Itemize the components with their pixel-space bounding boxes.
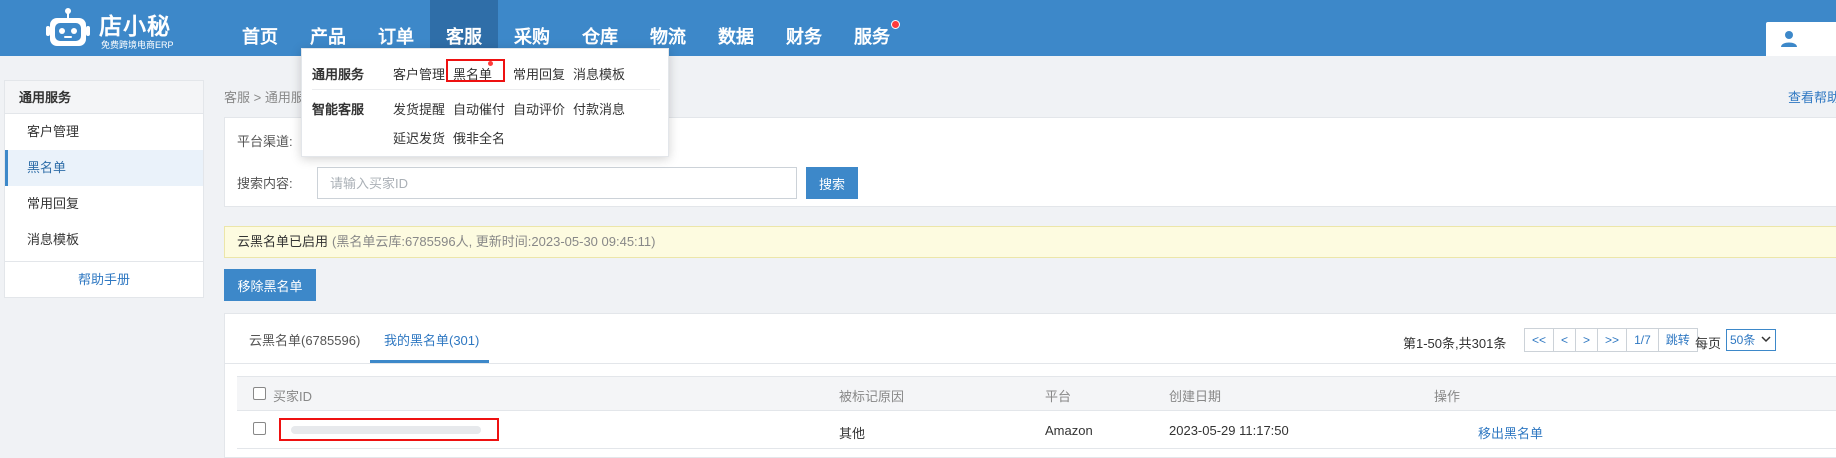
channel-label: 平台渠道: bbox=[237, 134, 293, 149]
search-label: 搜索内容: bbox=[237, 176, 293, 191]
customer-service-dropdown: 通用服务 客户管理 黑名单 常用回复 消息模板 智能客服 发货提醒 自动催付 自… bbox=[301, 48, 669, 157]
pagination-info: 第1-50条,共301条 bbox=[1403, 336, 1507, 351]
header-reason: 被标记原因 bbox=[839, 389, 905, 404]
page-indicator[interactable]: 1/7 bbox=[1626, 328, 1659, 352]
tab-cloud-blacklist[interactable]: 云黑名单(6785596) bbox=[249, 330, 360, 349]
sidebar-item-message-templates[interactable]: 消息模板 bbox=[5, 222, 203, 258]
per-page-value: 50条 bbox=[1730, 333, 1756, 347]
nav-home[interactable]: 首页 bbox=[226, 0, 294, 56]
tab-divider bbox=[225, 363, 1836, 364]
blacklist-highlight-box bbox=[446, 59, 505, 82]
pagination-controls: << < > >> 1/7 跳转 bbox=[1524, 328, 1698, 352]
dropdown-item-shipping-reminder[interactable]: 发货提醒 bbox=[393, 99, 445, 118]
notification-dot bbox=[891, 20, 900, 29]
remove-blacklist-button[interactable]: 移除黑名单 bbox=[224, 269, 316, 301]
robot-logo-icon bbox=[46, 8, 90, 46]
search-input[interactable] bbox=[317, 167, 797, 199]
per-page-label: 每页 bbox=[1695, 336, 1722, 351]
nav-services-wrap[interactable]: 服务 bbox=[838, 0, 906, 56]
row-platform: Amazon bbox=[1045, 423, 1093, 438]
dropdown-item-message-templates[interactable]: 消息模板 bbox=[573, 64, 625, 83]
app-logo[interactable]: 店小秘 免费跨境电商ERP bbox=[46, 5, 176, 51]
nav-services: 服务 bbox=[854, 27, 890, 47]
remove-from-blacklist-link[interactable]: 移出黑名单 bbox=[1478, 423, 1543, 442]
dropdown-item-russian-full-name[interactable]: 俄非全名 bbox=[453, 128, 505, 147]
dropdown-group-general: 通用服务 bbox=[312, 67, 365, 82]
redaction-blur bbox=[291, 426, 481, 434]
table-row: 其他 Amazon 2023-05-29 11:17:50 移出黑名单 bbox=[237, 411, 1836, 449]
row-checkbox[interactable] bbox=[253, 422, 266, 435]
blacklist-panel: 云黑名单(6785596) 我的黑名单(301) 第1-50条,共301条 <<… bbox=[224, 313, 1836, 458]
top-navbar: 店小秘 免费跨境电商ERP 首页 产品 订单 客服 采购 仓库 物流 数据 财务… bbox=[0, 0, 1836, 56]
dropdown-item-auto-payment-reminder[interactable]: 自动催付 bbox=[453, 99, 505, 118]
dropdown-divider bbox=[312, 89, 660, 90]
header-buyer-id: 买家ID bbox=[273, 389, 313, 404]
page-jump-button[interactable]: 跳转 bbox=[1657, 328, 1698, 352]
sidebar: 通用服务 客户管理 黑名单 常用回复 消息模板 帮助手册 bbox=[4, 80, 204, 298]
user-icon bbox=[1781, 31, 1797, 47]
nav-finance[interactable]: 财务 bbox=[770, 0, 838, 56]
page-first-button[interactable]: << bbox=[1524, 328, 1555, 352]
buyer-id-redacted bbox=[279, 418, 499, 441]
chevron-down-icon bbox=[1761, 336, 1771, 343]
user-menu[interactable] bbox=[1766, 22, 1836, 56]
header-action: 操作 bbox=[1434, 389, 1461, 404]
tab-my-blacklist[interactable]: 我的黑名单(301) bbox=[384, 330, 479, 349]
sidebar-help-link[interactable]: 帮助手册 bbox=[5, 261, 203, 297]
page-next-button[interactable]: > bbox=[1575, 328, 1599, 352]
row-created-date: 2023-05-29 11:17:50 bbox=[1169, 423, 1289, 438]
row-reason: 其他 bbox=[839, 426, 866, 441]
dropdown-item-common-replies[interactable]: 常用回复 bbox=[513, 64, 565, 83]
table-header: 买家ID 被标记原因 平台 创建日期 操作 bbox=[237, 376, 1836, 411]
sidebar-item-blacklist[interactable]: 黑名单 bbox=[5, 150, 203, 186]
page-prev-button[interactable]: < bbox=[1553, 328, 1577, 352]
logo-title: 店小秘 bbox=[99, 13, 171, 39]
notice-detail-text: (黑名单云库:6785596人, 更新时间:2023-05-30 09:45:1… bbox=[332, 234, 656, 249]
select-all-checkbox[interactable] bbox=[253, 387, 266, 400]
logo-subtitle: 免费跨境电商ERP bbox=[101, 40, 174, 50]
page-last-button[interactable]: >> bbox=[1597, 328, 1628, 352]
dropdown-group-smart: 智能客服 bbox=[312, 102, 365, 117]
header-created-date: 创建日期 bbox=[1169, 389, 1222, 404]
sidebar-title: 通用服务 bbox=[5, 81, 203, 114]
per-page-select[interactable]: 50条 bbox=[1726, 329, 1776, 351]
dropdown-item-payment-message[interactable]: 付款消息 bbox=[573, 99, 625, 118]
search-button[interactable]: 搜索 bbox=[806, 167, 858, 199]
view-help-link[interactable]: 查看帮助 bbox=[1788, 87, 1836, 106]
nav-data[interactable]: 数据 bbox=[702, 0, 770, 56]
dropdown-item-auto-review[interactable]: 自动评价 bbox=[513, 99, 565, 118]
header-platform: 平台 bbox=[1045, 389, 1072, 404]
notice-main-text: 云黑名单已启用 bbox=[237, 234, 329, 249]
sidebar-item-common-replies[interactable]: 常用回复 bbox=[5, 186, 203, 222]
sidebar-item-customer-management[interactable]: 客户管理 bbox=[5, 114, 203, 150]
dropdown-item-delayed-shipping[interactable]: 延迟发货 bbox=[393, 128, 445, 147]
dropdown-item-customer-management[interactable]: 客户管理 bbox=[393, 64, 445, 83]
cloud-blacklist-notice: 云黑名单已启用 (黑名单云库:6785596人, 更新时间:2023-05-30 … bbox=[224, 226, 1836, 258]
